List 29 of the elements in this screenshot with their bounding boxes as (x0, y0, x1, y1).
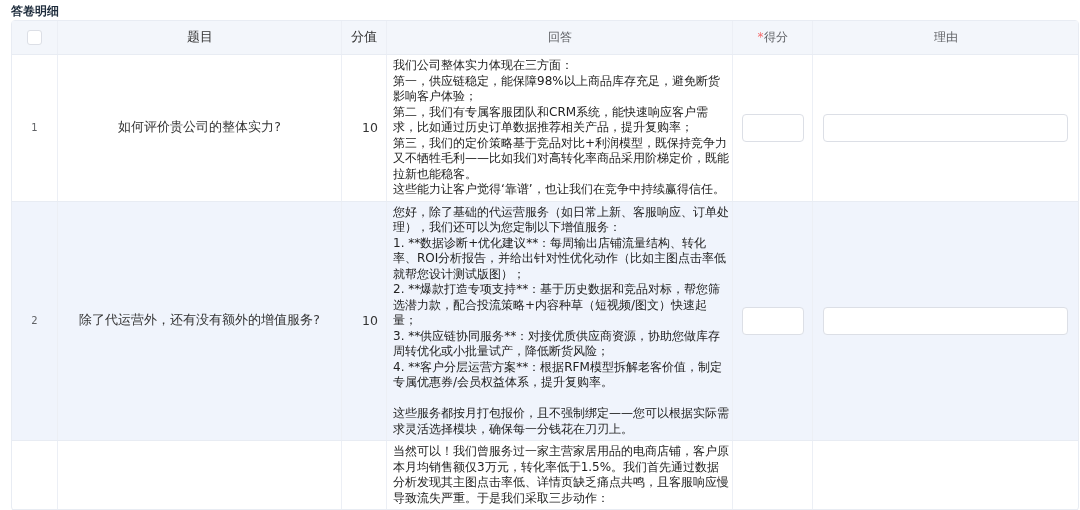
answer-text: 第三，我们的定价策略基于竞品对比+利润模型，既保持竞争力又不牺牲毛利——比如我们对高转化率商品采用阶梯定价，既能拉新也能稳客。 (393, 135, 730, 182)
row-number: 2 (31, 315, 38, 327)
answer-text: 4. **客户分层运营方案**：根据RFM模型拆解老客价值，制定专属优惠券/会员权益体系，提升复购率。 (393, 359, 723, 391)
column-header: 分值 (351, 29, 377, 46)
question-text: 除了代运营外，还有没有额外的增值服务? (79, 312, 320, 330)
answer-text: 您好，除了基础的代运营服务（如日常上新、客服响应、订单处理），我们还可以为您定制以下增值服务： (393, 204, 730, 236)
answer-text: 这些服务都按月打包报价，且不强制绑定——您可以根据实际需求灵活选择模块，确保每一分钱花在刀刃上。 (393, 406, 730, 437)
select-all-checkbox[interactable] (27, 30, 42, 45)
section-title: 答卷明细 (10, 3, 60, 20)
reason-input[interactable] (823, 113, 1068, 142)
answer-text: 当然可以！我们曾服务过一家主营家居用品的电商店铺，客户原本月均销售额仅3万元，转化率低于1.5%。我们首先通过数据分析发现其主图点击率低、详情页缺乏痛点共鸣，且客服响应慢导致流失严重。于是我们采取三步动作： (393, 444, 730, 506)
answer-text: 我们公司整体实力体现在三方面： (393, 58, 574, 74)
column-header: 题目 (186, 29, 213, 46)
reason-input[interactable] (823, 306, 1068, 335)
answer-text: 第二，我们有专属客服团队和CRM系统，能快速响应客户需求，比如通过历史订单数据推荐相关产品，提升复购率； (393, 104, 710, 136)
answer-text: 2. **爆款打造专项支持**：基于历史数据和竞品对标，帮您筛选潜力款，配合投流策略+内容种草（短视频/图文）快速起量； (393, 282, 722, 329)
column-header: 回答 (547, 29, 572, 46)
answer-text: 这些能力让客户觉得‘靠谱’，也让我们在竞争中持续赢得信任。 (393, 182, 726, 198)
answer-text: 3. **供应链协同服务**：对接优质供应商资源，协助您做库存周转优化或小批量试产，降低断货风险； (393, 328, 722, 360)
score-value: 10 (362, 313, 378, 329)
score-value: 10 (362, 120, 378, 136)
column-header: *得分 (757, 29, 788, 46)
score-input[interactable] (741, 113, 804, 142)
answer-text: 1. **数据诊断+优化建议**：每周输出店铺流量结构、转化率、ROI分析报告，并给出针对性优化动作（比如主图点击率低就帮您设计测试版图）； (393, 235, 728, 282)
row-number: 1 (31, 122, 38, 134)
question-text: 如何评价贵公司的整体实力? (118, 119, 281, 137)
score-input[interactable] (741, 306, 804, 335)
answer-text: 第一，供应链稳定，能保障98%以上商品库存充足，避免断货影响客户体验； (393, 73, 721, 105)
column-header: 理由 (933, 29, 958, 46)
